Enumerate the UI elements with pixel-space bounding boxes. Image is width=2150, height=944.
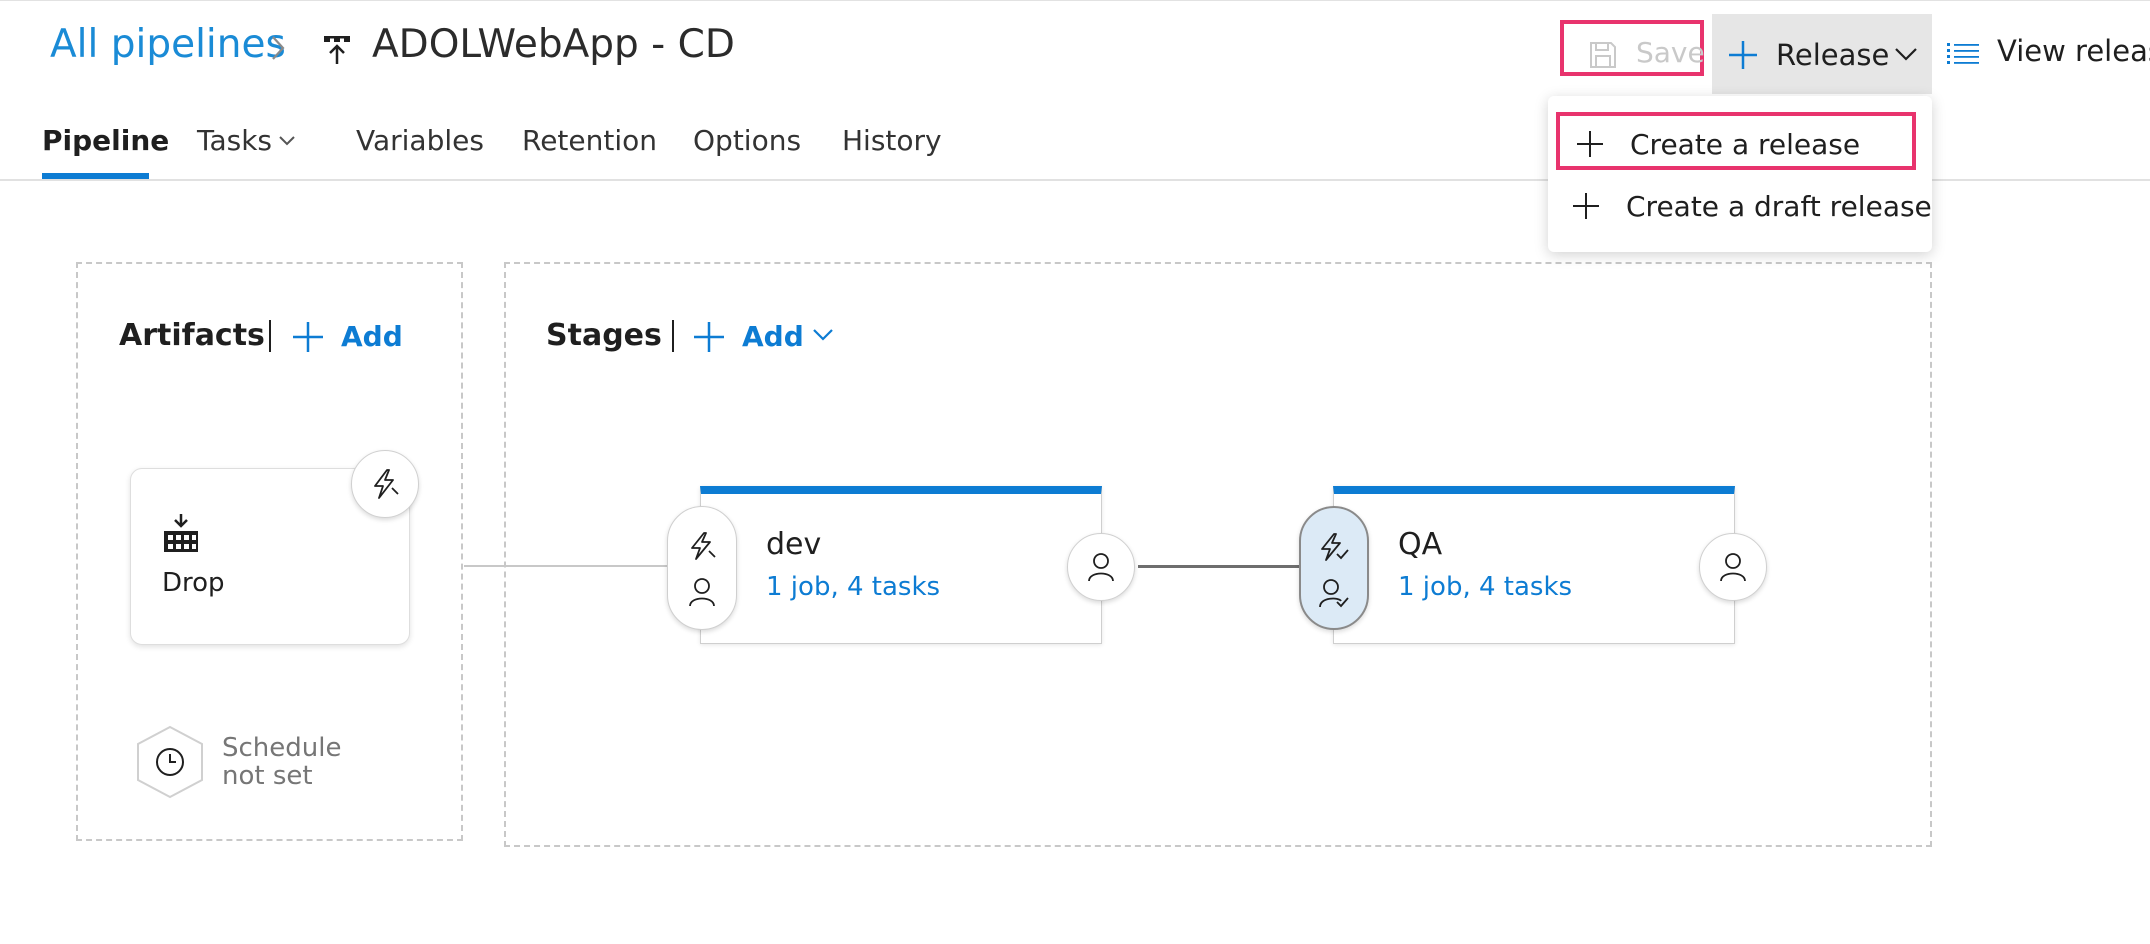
pre-deployment-conditions-button[interactable] — [1299, 506, 1369, 630]
chevron-down-icon[interactable] — [812, 328, 834, 342]
tab-pipeline[interactable]: Pipeline — [42, 124, 169, 157]
release-label: Release — [1776, 38, 1890, 72]
top-border — [0, 0, 2150, 6]
menu-item-create-draft-release[interactable]: Create a draft release — [1556, 178, 1932, 236]
tab-history[interactable]: History — [842, 124, 942, 157]
tab-options[interactable]: Options — [693, 124, 801, 157]
schedule-line2: not set — [222, 761, 313, 791]
save-button[interactable]: Save — [1560, 20, 1705, 76]
person-icon — [1720, 553, 1746, 582]
lightning-icon — [374, 469, 399, 499]
divider — [269, 320, 271, 352]
stage-name: QA — [1398, 527, 1443, 562]
schedule-button[interactable] — [134, 724, 206, 800]
stage-name: dev — [766, 527, 822, 562]
tab-variables[interactable]: Variables — [356, 124, 484, 157]
person-icon — [688, 577, 716, 607]
stages-title: Stages — [546, 318, 662, 353]
menu-item-create-release[interactable]: Create a release — [1556, 112, 1916, 170]
divider — [672, 320, 674, 352]
connector-dev-to-qa — [1138, 565, 1300, 568]
tab-retention[interactable]: Retention — [522, 124, 657, 157]
artifact-name: Drop — [162, 568, 225, 598]
chevron-down-icon — [1894, 46, 1918, 62]
stage-card-dev[interactable] — [700, 486, 1102, 644]
view-releases-label: View releases — [1997, 34, 2150, 68]
add-stage-button[interactable]: Add — [742, 320, 804, 353]
lightning-check-icon — [1319, 532, 1349, 562]
plus-icon — [1727, 39, 1759, 71]
person-check-icon — [1319, 578, 1349, 608]
post-deployment-conditions-button[interactable] — [1067, 533, 1135, 601]
tab-tasks[interactable]: Tasks — [197, 124, 272, 157]
post-deployment-conditions-button[interactable] — [1699, 533, 1767, 601]
add-artifact-button[interactable]: Add — [341, 320, 403, 353]
lightning-icon — [688, 531, 716, 561]
plus-icon — [292, 321, 324, 353]
schedule-line1: Schedule — [222, 733, 342, 763]
stage-summary-link[interactable]: 1 job, 4 tasks — [1398, 572, 1572, 602]
menu-item-label: Create a release — [1630, 128, 1861, 161]
pipeline-title: ADOLWebApp - CD — [372, 22, 735, 67]
schedule-status: Schedule not set — [222, 734, 341, 790]
person-icon — [1088, 553, 1114, 582]
plus-icon — [1576, 130, 1604, 158]
breadcrumb-all-pipelines[interactable]: All pipelines — [50, 22, 286, 67]
release-menu: Create a release Create a draft release — [1548, 96, 1932, 252]
release-pipeline-icon — [322, 34, 354, 66]
stage-card-qa[interactable] — [1333, 486, 1735, 644]
pre-deployment-conditions-button[interactable] — [667, 506, 737, 630]
chevron-right-icon — [268, 34, 288, 62]
plus-icon — [693, 321, 725, 353]
chevron-down-icon — [278, 135, 296, 147]
save-icon — [1588, 40, 1618, 70]
build-artifact-icon — [162, 514, 200, 554]
stage-summary-link[interactable]: 1 job, 4 tasks — [766, 572, 940, 602]
release-button[interactable]: Release — [1712, 14, 1932, 94]
save-label: Save — [1636, 36, 1705, 69]
menu-item-label: Create a draft release — [1626, 190, 1932, 223]
list-icon — [1947, 42, 1979, 66]
plus-icon — [1572, 192, 1600, 220]
connector-artifact-to-dev — [464, 565, 668, 567]
artifacts-title: Artifacts — [119, 318, 265, 353]
continuous-deployment-trigger-button[interactable] — [351, 450, 419, 518]
